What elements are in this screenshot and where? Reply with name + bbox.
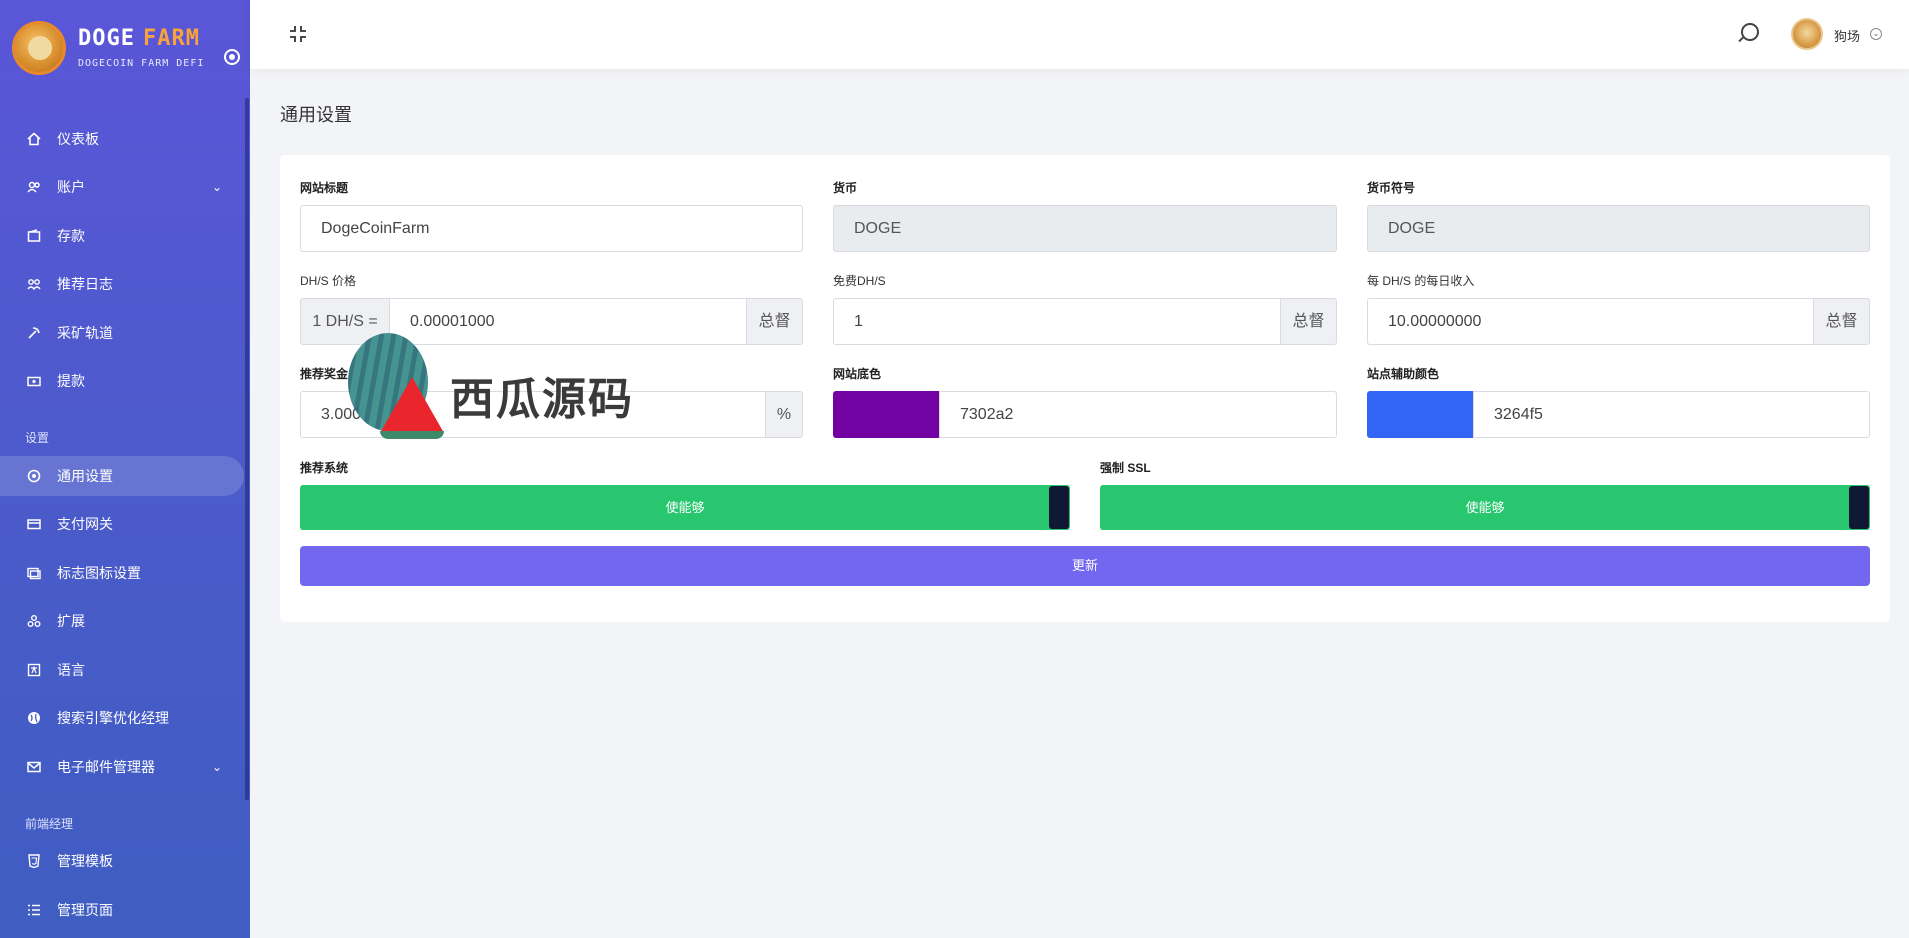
sidebar-item-label: 推荐日志 bbox=[57, 276, 113, 292]
sidebar-item-label: 采矿轨道 bbox=[57, 325, 113, 341]
brand-subtitle: DOGECOIN FARM DEFI bbox=[78, 58, 205, 69]
referral-system-toggle[interactable]: 使能够 bbox=[300, 485, 1070, 530]
base-color-label: 网站底色 bbox=[833, 367, 882, 381]
chevron-down-icon: ⌄ bbox=[211, 760, 222, 774]
compress-icon[interactable] bbox=[288, 24, 308, 44]
sidebar-item-label: 语言 bbox=[57, 662, 85, 678]
sidebar-item-manage-templates[interactable]: 管理模板 bbox=[0, 841, 246, 881]
dhs-price-label: DH/S 价格 bbox=[300, 274, 357, 288]
watermark-text: 西瓜源码 bbox=[450, 374, 634, 425]
sidebar-scrollbar[interactable] bbox=[245, 98, 249, 800]
sidebar-item-label: 管理模板 bbox=[57, 853, 113, 869]
user-name[interactable]: 狗场 bbox=[1834, 26, 1860, 45]
base-color-input[interactable]: 7302a2 bbox=[939, 391, 1337, 438]
site-title-input[interactable]: DogeCoinFarm bbox=[300, 205, 803, 252]
base-color-swatch[interactable] bbox=[833, 391, 940, 438]
sidebar-item-label: 电子邮件管理器 bbox=[57, 759, 155, 775]
users-icon bbox=[27, 180, 41, 194]
sidebar-item-label: 通用设置 bbox=[57, 468, 113, 484]
avatar[interactable] bbox=[1791, 18, 1823, 50]
sidebar-item-label: 仪表板 bbox=[57, 131, 99, 147]
sidebar-item-general-settings[interactable]: 通用设置 bbox=[0, 456, 244, 496]
free-dhs-input[interactable]: 1 bbox=[833, 298, 1281, 345]
topbar: 狗场 ⌄ bbox=[250, 0, 1909, 69]
mining-icon bbox=[27, 326, 41, 340]
force-ssl-toggle[interactable]: 使能够 bbox=[1100, 485, 1870, 530]
site-title-label: 网站标题 bbox=[300, 181, 349, 195]
force-ssl-label: 强制 SSL bbox=[1100, 461, 1151, 475]
sidebar-item-mining-track[interactable]: 采矿轨道 bbox=[0, 313, 246, 353]
page-title: 通用设置 bbox=[280, 105, 352, 125]
sidebar-item-accounts[interactable]: 账户 ⌄ bbox=[0, 167, 246, 207]
dhs-price-suffix: 总督 bbox=[746, 298, 803, 345]
sidebar-item-logo-icon-settings[interactable]: 标志图标设置 bbox=[0, 553, 246, 593]
sidebar-heading-settings: 设置 bbox=[25, 431, 50, 445]
sidebar-item-seo-manager[interactable]: 搜索引擎优化经理 bbox=[0, 698, 246, 738]
sidebar-item-label: 搜索引擎优化经理 bbox=[57, 710, 169, 726]
daily-income-suffix: 总督 bbox=[1813, 298, 1870, 345]
list-icon bbox=[27, 903, 41, 917]
currency-label: 货币 bbox=[833, 181, 858, 195]
toggle-knob bbox=[1849, 486, 1869, 529]
sidebar-item-label: 支付网关 bbox=[57, 516, 113, 532]
search-icon[interactable] bbox=[1741, 23, 1759, 41]
referral-bonus-suffix: % bbox=[765, 391, 803, 438]
brand-word-2: FARM bbox=[142, 26, 200, 51]
extension-icon bbox=[27, 614, 41, 628]
html5-icon bbox=[27, 854, 41, 868]
doge-logo-icon bbox=[12, 21, 66, 75]
secondary-color-label: 站点辅助颜色 bbox=[1367, 367, 1440, 381]
sidebar-heading-frontend: 前端经理 bbox=[25, 817, 74, 831]
daily-income-label: 每 DH/S 的每日收入 bbox=[1367, 274, 1475, 288]
referral-icon bbox=[27, 277, 41, 291]
sidebar-item-label: 存款 bbox=[57, 228, 85, 244]
sidebar-item-payment-gateway[interactable]: 支付网关 bbox=[0, 504, 246, 544]
secondary-color-input[interactable]: 3264f5 bbox=[1473, 391, 1870, 438]
currency-symbol-input: DOGE bbox=[1367, 205, 1870, 252]
toggle-knob bbox=[1049, 486, 1069, 529]
watermark: 西瓜源码 bbox=[340, 333, 670, 443]
mail-icon bbox=[27, 760, 41, 774]
currency-symbol-label: 货币符号 bbox=[1367, 181, 1416, 195]
sidebar-item-label: 账户 bbox=[57, 179, 85, 195]
sidebar-item-withdraw[interactable]: 提款 bbox=[0, 361, 246, 401]
sidebar-item-referral-log[interactable]: 推荐日志 bbox=[0, 264, 246, 304]
watermelon-slice-icon bbox=[380, 377, 444, 433]
currency-input: DOGE bbox=[833, 205, 1337, 252]
force-ssl-state: 使能够 bbox=[1465, 500, 1505, 515]
settings-icon bbox=[27, 469, 41, 483]
card-icon bbox=[27, 517, 41, 531]
sidebar-toggle-icon[interactable] bbox=[224, 49, 240, 65]
brand-title: DOGE FARM bbox=[78, 26, 200, 51]
sidebar-item-dashboard[interactable]: 仪表板 bbox=[0, 119, 246, 159]
image-icon bbox=[27, 566, 41, 580]
language-icon bbox=[27, 663, 41, 677]
sidebar-item-deposits[interactable]: 存款 bbox=[0, 216, 246, 256]
referral-system-state: 使能够 bbox=[665, 500, 705, 515]
brand-word-1: DOGE bbox=[78, 26, 135, 51]
brand: DOGE FARM DOGECOIN FARM DEFI bbox=[0, 0, 250, 98]
free-dhs-suffix: 总督 bbox=[1280, 298, 1337, 345]
sidebar-item-label: 提款 bbox=[57, 373, 85, 389]
sidebar-item-manage-pages[interactable]: 管理页面 bbox=[0, 890, 246, 930]
sidebar-item-label: 管理页面 bbox=[57, 902, 113, 918]
globe-icon bbox=[27, 711, 41, 725]
daily-income-input[interactable]: 10.00000000 bbox=[1367, 298, 1814, 345]
chevron-down-icon[interactable]: ⌄ bbox=[1870, 28, 1882, 40]
sidebar-item-email-manager[interactable]: 电子邮件管理器 ⌄ bbox=[0, 747, 246, 787]
sidebar-item-label: 标志图标设置 bbox=[57, 565, 141, 581]
watermelon-rind-icon bbox=[380, 431, 444, 439]
sidebar-item-label: 扩展 bbox=[57, 613, 85, 629]
withdraw-icon bbox=[27, 374, 41, 388]
sidebar-item-extensions[interactable]: 扩展 bbox=[0, 601, 246, 641]
referral-system-label: 推荐系统 bbox=[300, 461, 349, 475]
free-dhs-label: 免费DH/S bbox=[833, 274, 886, 288]
wallet-icon bbox=[27, 229, 41, 243]
sidebar: DOGE FARM DOGECOIN FARM DEFI 仪表板 账户 ⌄ 存款 … bbox=[0, 0, 250, 938]
update-button[interactable]: 更新 bbox=[300, 546, 1870, 586]
sidebar-item-language[interactable]: 语言 bbox=[0, 650, 246, 690]
secondary-color-swatch[interactable] bbox=[1367, 391, 1474, 438]
chevron-down-icon: ⌄ bbox=[211, 180, 222, 194]
home-icon bbox=[27, 132, 41, 146]
